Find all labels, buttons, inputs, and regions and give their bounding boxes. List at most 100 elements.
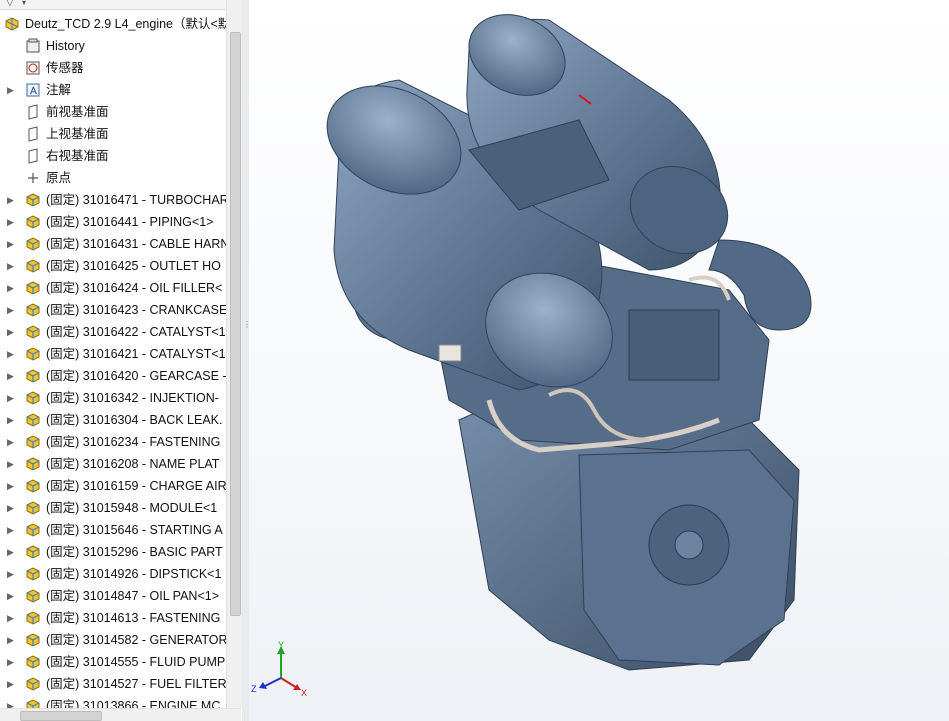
part-icon (25, 654, 41, 670)
expand-arrow-icon[interactable]: ▶ (7, 414, 17, 426)
vertical-scrollbar[interactable] (226, 0, 242, 708)
tree-part-row[interactable]: ▶ (固定) 31016431 - CABLE HARN (0, 233, 226, 255)
history-icon (25, 38, 41, 54)
tree-part-row[interactable]: ▶ (固定) 31015948 - MODULE<1 (0, 497, 226, 519)
expand-arrow-icon[interactable]: ▶ (7, 84, 17, 96)
feature-manager-tree[interactable]: ▽ ▾ Deutz_TCD 2.9 L4_engine（默认<默 History 传… (0, 0, 243, 721)
tree-part-row[interactable]: ▶ (固定) 31014527 - FUEL FILTER (0, 673, 226, 695)
expand-arrow-icon[interactable]: ▶ (7, 238, 17, 250)
tree-item-label: (固定) 31016208 - NAME PLAT (46, 457, 220, 471)
horizontal-scroll-thumb[interactable] (20, 711, 102, 721)
x-axis-label: X (301, 688, 307, 698)
tree-item-label: (固定) 31016420 - GEARCASE - (46, 369, 226, 383)
tree-item-label: (固定) 31016431 - CABLE HARN (46, 237, 226, 251)
tree-item-6[interactable]: 原点 (0, 167, 226, 189)
part-icon (25, 522, 41, 538)
tree-part-row[interactable]: ▶ (固定) 31016423 - CRANKCASE (0, 299, 226, 321)
tree-part-row[interactable]: ▶ (固定) 31016420 - GEARCASE - (0, 365, 226, 387)
chevron-down-icon[interactable]: ▾ (22, 0, 26, 9)
svg-text:A: A (30, 86, 37, 97)
z-axis-label: Z (251, 684, 257, 694)
tree-part-row[interactable]: ▶ (固定) 31014847 - OIL PAN<1> (0, 585, 226, 607)
expand-arrow-icon[interactable]: ▶ (7, 612, 17, 624)
tree-part-row[interactable]: ▶ (固定) 31016421 - CATALYST<1 (0, 343, 226, 365)
tree-item-label: 前视基准面 (46, 105, 109, 119)
asm-icon (4, 16, 20, 32)
tree-root[interactable]: Deutz_TCD 2.9 L4_engine（默认<默 (0, 13, 226, 35)
tree-item-label: (固定) 31014926 - DIPSTICK<1 (46, 567, 222, 581)
part-icon (25, 632, 41, 648)
expand-arrow-icon[interactable]: ▶ (7, 568, 17, 580)
expand-arrow-icon[interactable]: ▶ (7, 392, 17, 404)
part-icon (25, 610, 41, 626)
tree-filter-bar[interactable]: ▽ ▾ (0, 0, 226, 10)
expand-arrow-icon[interactable]: ▶ (7, 326, 17, 338)
expand-arrow-icon[interactable]: ▶ (7, 480, 17, 492)
expand-arrow-icon[interactable]: ▶ (7, 370, 17, 382)
expand-arrow-icon[interactable]: ▶ (7, 502, 17, 514)
engine-model[interactable] (249, 0, 949, 721)
part-icon (25, 280, 41, 296)
part-icon (25, 346, 41, 362)
expand-arrow-icon[interactable]: ▶ (7, 678, 17, 690)
expand-arrow-icon[interactable]: ▶ (7, 436, 17, 448)
tree-item-5[interactable]: 右视基准面 (0, 145, 226, 167)
tree-part-row[interactable]: ▶ (固定) 31016234 - FASTENING (0, 431, 226, 453)
plane-icon (25, 126, 41, 142)
tree-item-3[interactable]: 前视基准面 (0, 101, 226, 123)
tree-part-row[interactable]: ▶ (固定) 31014555 - FLUID PUMP (0, 651, 226, 673)
expand-arrow-icon[interactable]: ▶ (7, 216, 17, 228)
tree-part-row[interactable]: ▶ (固定) 31014613 - FASTENING (0, 607, 226, 629)
tree-item-label: (固定) 31016424 - OIL FILLER< (46, 281, 223, 295)
expand-arrow-icon[interactable]: ▶ (7, 458, 17, 470)
tree-part-row[interactable]: ▶ (固定) 31016159 - CHARGE AIR (0, 475, 226, 497)
expand-arrow-icon[interactable]: ▶ (7, 282, 17, 294)
tree-part-row[interactable]: ▶ (固定) 31016471 - TURBOCHAR (0, 189, 226, 211)
expand-arrow-icon[interactable]: ▶ (7, 304, 17, 316)
part-icon (25, 258, 41, 274)
tree-item-label: (固定) 31014582 - GENERATOR (46, 633, 226, 647)
tree-item-1[interactable]: 传感器 (0, 57, 226, 79)
expand-arrow-icon[interactable]: ▶ (7, 260, 17, 272)
expand-arrow-icon[interactable]: ▶ (7, 546, 17, 558)
tree-part-row[interactable]: ▶ (固定) 31016208 - NAME PLAT (0, 453, 226, 475)
vertical-scroll-thumb[interactable] (230, 32, 241, 616)
part-icon (25, 214, 41, 230)
tree-part-row[interactable]: ▶ (固定) 31016441 - PIPING<1> (0, 211, 226, 233)
panel-splitter[interactable]: ⋮ (242, 0, 251, 721)
expand-arrow-icon[interactable]: ▶ (7, 634, 17, 646)
tree-part-row[interactable]: ▶ (固定) 31014582 - GENERATOR (0, 629, 226, 651)
horizontal-scrollbar[interactable] (0, 708, 241, 721)
tree-part-row[interactable]: ▶ (固定) 31016425 - OUTLET HO (0, 255, 226, 277)
graphics-viewport[interactable]: Y X Z (249, 0, 949, 721)
part-icon (25, 412, 41, 428)
tree-item-0[interactable]: History (0, 35, 226, 57)
plane-icon (25, 148, 41, 164)
part-icon (25, 588, 41, 604)
tree-part-row[interactable]: ▶ (固定) 31015646 - STARTING A (0, 519, 226, 541)
collapse-handle-icon[interactable]: ⋮ (243, 318, 251, 332)
tree-item-label: (固定) 31016471 - TURBOCHAR (46, 193, 226, 207)
view-triad[interactable]: Y X Z (251, 640, 311, 700)
expand-arrow-icon[interactable]: ▶ (7, 590, 17, 602)
expand-arrow-icon[interactable]: ▶ (7, 348, 17, 360)
tree-part-row[interactable]: ▶ (固定) 31016304 - BACK LEAK. (0, 409, 226, 431)
expand-arrow-icon[interactable]: ▶ (7, 524, 17, 536)
tree-part-row[interactable]: ▶ (固定) 31015296 - BASIC PART (0, 541, 226, 563)
tree-item-label: (固定) 31016234 - FASTENING (46, 435, 221, 449)
tree-item-label: (固定) 31016304 - BACK LEAK. (46, 413, 223, 427)
tree-part-row[interactable]: ▶ (固定) 31014926 - DIPSTICK<1 (0, 563, 226, 585)
tree-item-label: (固定) 31014555 - FLUID PUMP (46, 655, 226, 669)
tree-part-row[interactable]: ▶ (固定) 31016424 - OIL FILLER< (0, 277, 226, 299)
expand-arrow-icon[interactable]: ▶ (7, 656, 17, 668)
tree-item-label: 传感器 (46, 61, 84, 75)
part-icon (25, 236, 41, 252)
tree-item-label: (固定) 31016421 - CATALYST<1 (46, 347, 226, 361)
x-axis (280, 677, 298, 689)
tree-part-row[interactable]: ▶ (固定) 31016342 - INJEKTION- (0, 387, 226, 409)
tree-item-2[interactable]: ▶ A 注解 (0, 79, 226, 101)
expand-arrow-icon[interactable]: ▶ (7, 194, 17, 206)
filter-icon[interactable]: ▽ (6, 0, 14, 9)
tree-part-row[interactable]: ▶ (固定) 31016422 - CATALYST<1 (0, 321, 226, 343)
tree-item-4[interactable]: 上视基准面 (0, 123, 226, 145)
